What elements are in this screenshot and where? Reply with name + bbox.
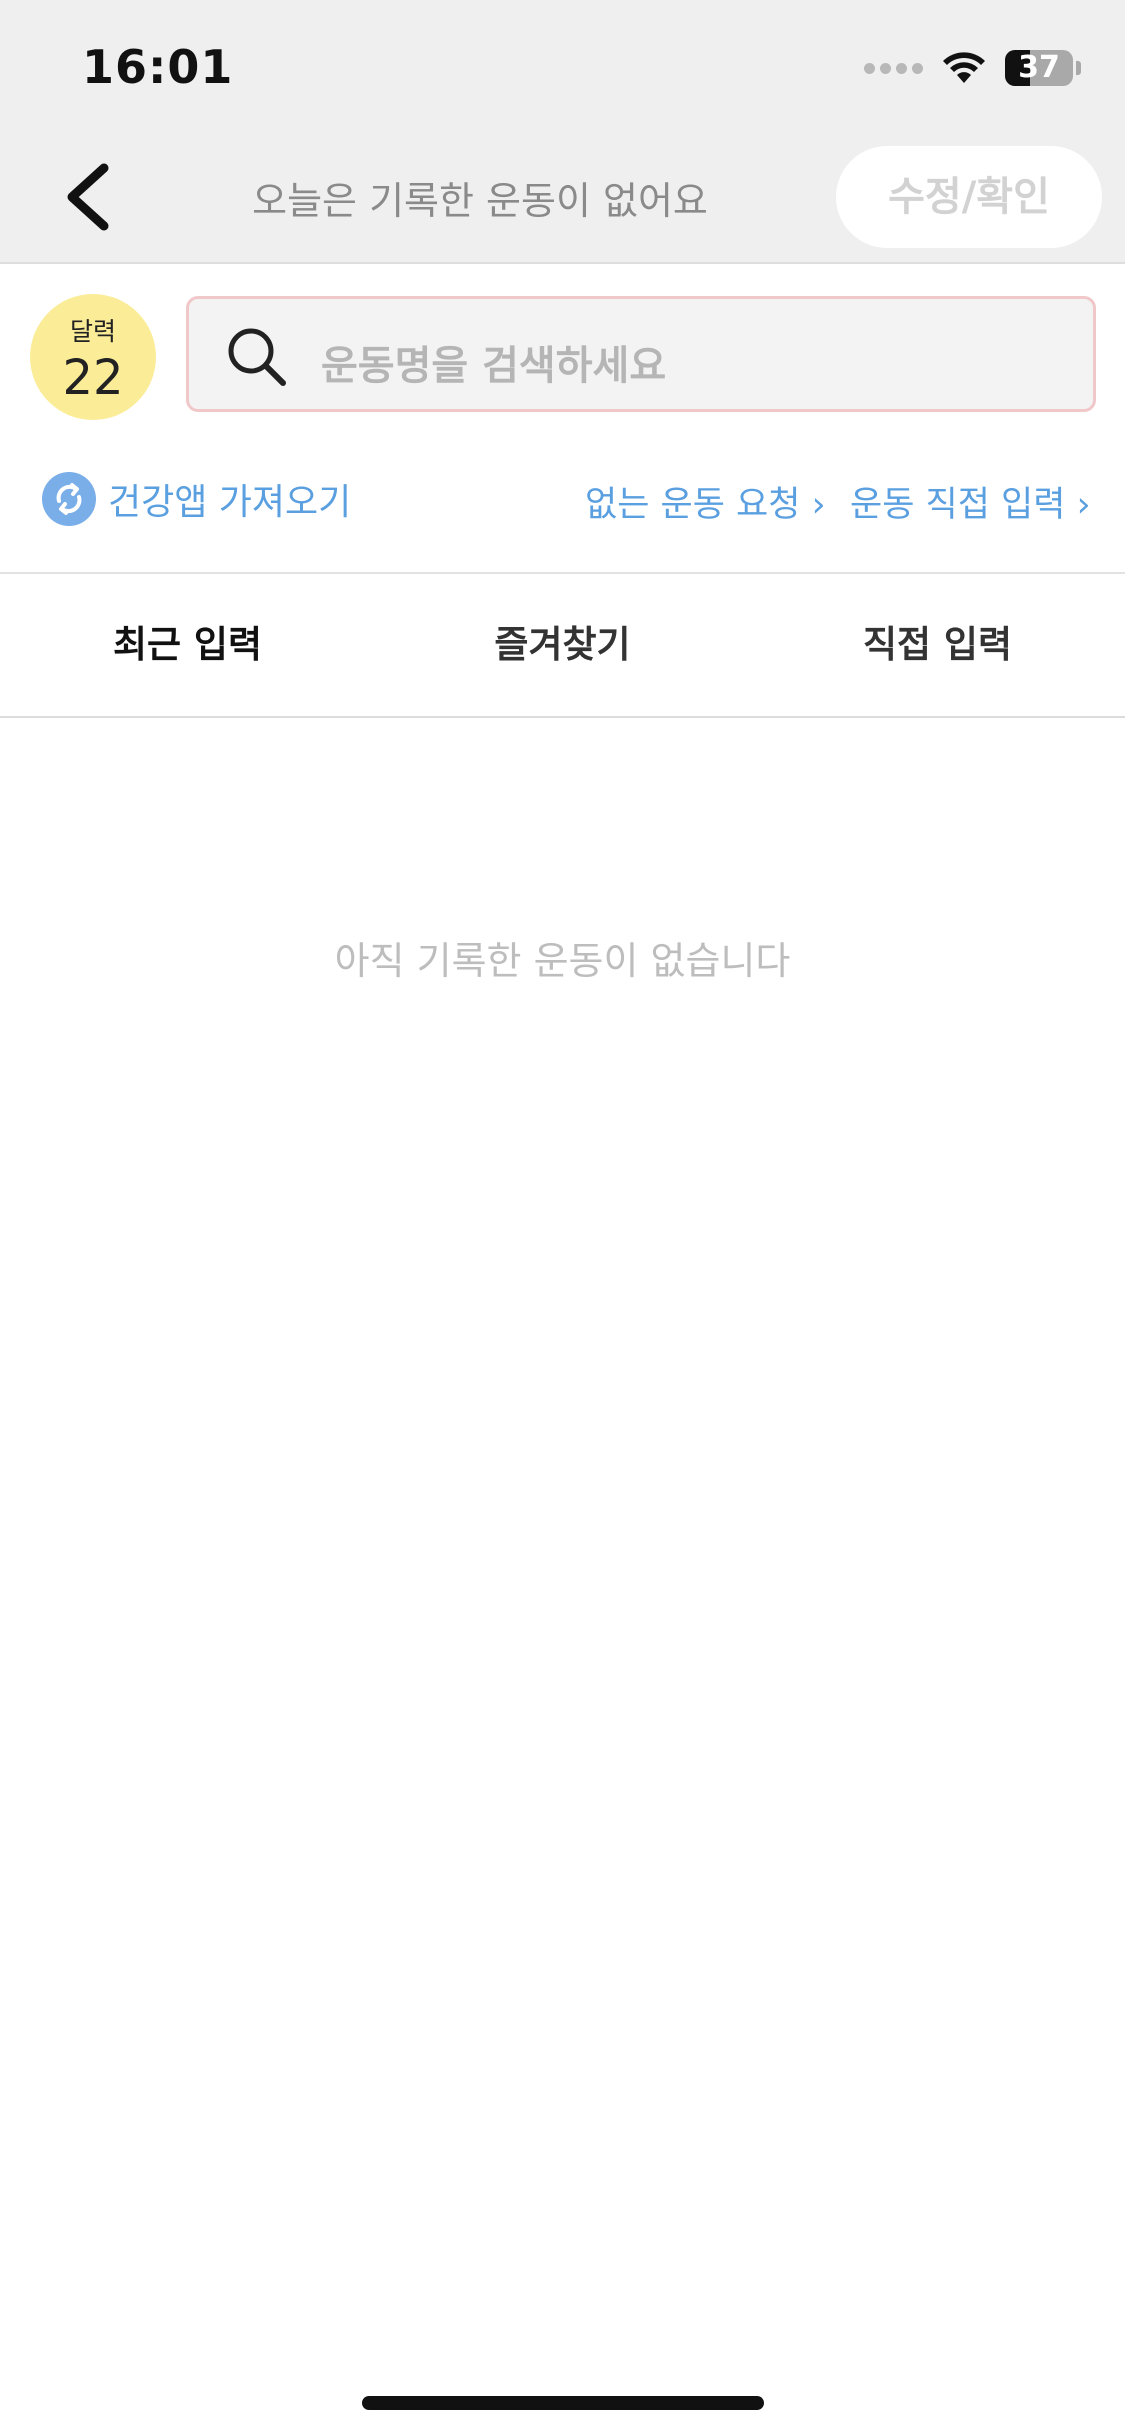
edit-confirm-button[interactable]: 수정/확인 xyxy=(836,146,1102,248)
direct-input-exercise-link[interactable]: 운동 직접 입력 › xyxy=(850,476,1091,527)
search-input[interactable]: 운동명을 검색하세요 xyxy=(186,296,1096,412)
home-indicator[interactable] xyxy=(362,2396,764,2410)
search-icon xyxy=(228,328,286,386)
status-icons: 37 xyxy=(864,46,1081,90)
request-missing-exercise-link[interactable]: 없는 운동 요청 › xyxy=(585,476,826,527)
tab-direct-input[interactable]: 직접 입력 xyxy=(750,574,1125,716)
exercise-add-screen: 16:01 37 오늘은 기록한 운동이 없어요 수정/확인 달력 22 운동명… xyxy=(0,0,1125,2436)
tab-favorites[interactable]: 즐겨찾기 xyxy=(375,574,750,716)
calendar-label: 달력 xyxy=(69,317,116,346)
tab-recent[interactable]: 최근 입력 xyxy=(0,574,375,716)
cellular-signal-icon xyxy=(864,62,923,74)
battery-percent: 37 xyxy=(1018,50,1060,85)
page-title: 오늘은 기록한 운동이 없어요 xyxy=(252,179,708,223)
calendar-day: 22 xyxy=(62,350,124,406)
chevron-left-icon[interactable] xyxy=(54,160,124,234)
health-import-link[interactable]: 건강앱 가져오기 xyxy=(42,472,351,526)
health-import-label: 건강앱 가져오기 xyxy=(108,482,352,523)
wifi-icon xyxy=(943,52,985,83)
tab-bar: 최근 입력 즐겨찾기 직접 입력 xyxy=(0,572,1125,718)
empty-state-message: 아직 기록한 운동이 없습니다 xyxy=(334,939,791,983)
battery-icon: 37 xyxy=(1005,50,1073,86)
search-placeholder: 운동명을 검색하세요 xyxy=(321,343,667,389)
calendar-button[interactable]: 달력 22 xyxy=(30,294,156,420)
status-time: 16:01 xyxy=(82,40,234,94)
battery-cap xyxy=(1076,61,1081,75)
sync-icon xyxy=(42,472,96,526)
top-area: 16:01 37 오늘은 기록한 운동이 없어요 수정/확인 xyxy=(0,0,1125,264)
